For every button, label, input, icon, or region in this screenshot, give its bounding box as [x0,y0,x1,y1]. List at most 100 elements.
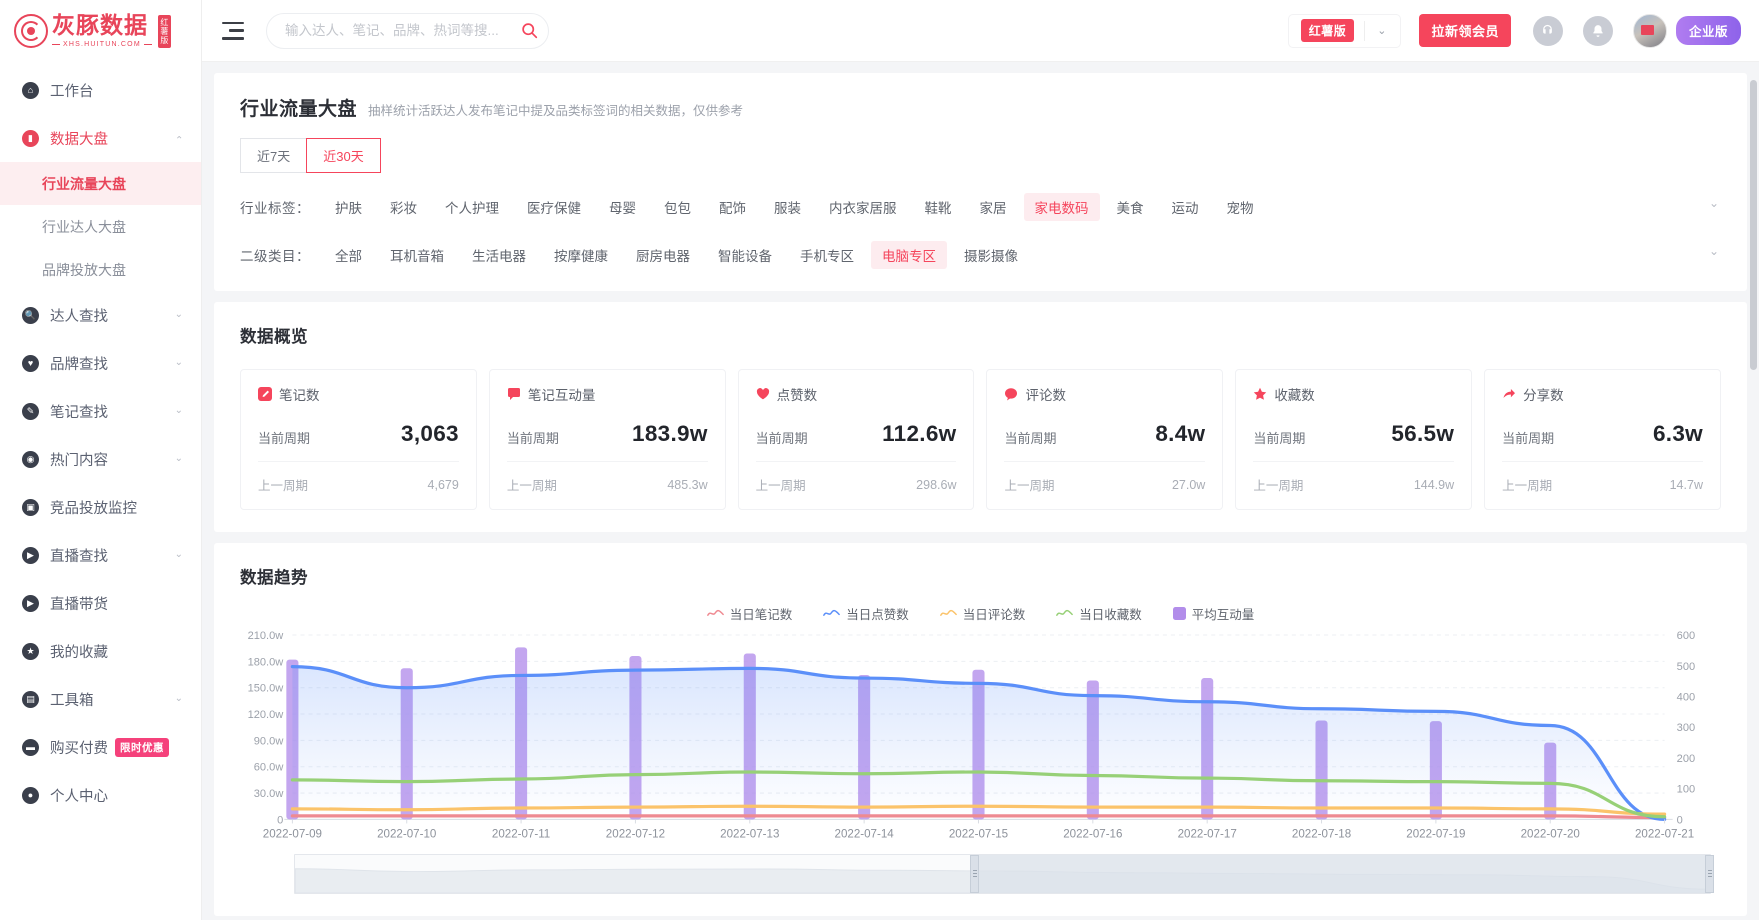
chevron-down-icon: ⌄ [174,548,183,560]
filter-option-selected[interactable]: 电脑专区 [871,241,947,269]
bell-icon[interactable] [1582,15,1613,46]
filter-option[interactable]: 耳机音箱 [379,241,455,269]
previous-period-value: 144.9w [1413,477,1455,492]
page-scrollbar-thumb[interactable] [1750,80,1757,370]
pencil-icon: ✎ [22,402,39,420]
legend-item-avg-interactions[interactable]: 平均互动量 [1172,604,1254,623]
chart-canvas[interactable]: 0 30.0w 60.0w 90.0w 120.0w 150.0w 180.0w 210.0w… [240,629,1721,846]
filter-row-industry-tag: 行业标签： 护肤 彩妆 个人护理 医疗保健 母婴 包包 配饰 服装 内衣家居服 … [240,193,1721,221]
trend-chart[interactable]: 当日笔记数 当日点赞数 当日评论数 当日收藏数 平均互动量 0 30.0w 60… [240,604,1721,894]
filter-option[interactable]: 智能设备 [707,241,783,269]
svg-text:2022-07-19: 2022-07-19 [1406,829,1465,841]
sidebar-item-live-search[interactable]: ▶ 直播查找 ⌄ [0,531,201,579]
comment-icon [507,388,520,400]
filter-option[interactable]: 母婴 [598,193,647,221]
legend-item-notes[interactable]: 当日笔记数 [706,604,792,623]
current-period-label: 当前周期 [1004,431,1057,446]
sidebar-item-label: 工具箱 [50,692,94,709]
sidebar-item-data-dashboard[interactable]: ▮ 数据大盘 ⌄ [0,114,201,162]
filter-option[interactable]: 生活电器 [461,241,537,269]
filter-option[interactable]: 彩妆 [379,193,428,221]
filter-option[interactable]: 家居 [969,193,1018,221]
sidebar-item-my-favorites[interactable]: ★ 我的收藏 [0,627,201,675]
chevron-down-icon[interactable]: ⌄ [1709,244,1719,258]
content-scroll-area[interactable]: 行业流量大盘 抽样统计活跃达人发布笔记中提及品类标签词的相关数据，仅供参考 近7… [202,62,1759,920]
search-input[interactable] [285,23,514,38]
filter-option[interactable]: 鞋靴 [914,193,963,221]
svg-text:150.0w: 150.0w [248,683,285,695]
svg-text:400: 400 [1677,692,1695,704]
filter-option[interactable]: 个人护理 [434,193,510,221]
sidebar-item-workbench[interactable]: ⌂ 工作台 [0,66,201,114]
filter-option[interactable]: 包包 [653,193,702,221]
sidebar-subitem-brand-delivery[interactable]: 品牌投放大盘 [0,248,201,291]
user-icon: ● [22,786,39,804]
svg-text:300: 300 [1677,722,1695,734]
zoom-handle-right[interactable] [1705,854,1714,893]
sidebar-item-brand-search[interactable]: ♥ 品牌查找 ⌄ [0,339,201,387]
sidebar-item-profile[interactable]: ● 个人中心 [0,771,201,819]
chart-zoom-slider[interactable] [294,853,1714,894]
search-box[interactable] [266,12,549,49]
sidebar-item-competitor-monitor[interactable]: ▣ 竞品投放监控 [0,483,201,531]
svg-text:0: 0 [1677,814,1683,826]
sidebar-item-live-commerce[interactable]: ▶ 直播带货 [0,579,201,627]
stat-card-comments[interactable]: 评论数 当前周期 8.4w 上一周期 27.0w [986,369,1224,510]
stat-card-grid: 笔记数 当前周期 3,063 上一周期 4,679 笔记互动量 当前周期 183… [240,369,1721,510]
previous-period-label: 上一周期 [258,479,309,493]
previous-period-label: 上一周期 [1253,479,1304,493]
logo[interactable]: 灰豚数据 XHS.HUITUN.COM 红薯版 [0,0,201,62]
sidebar-item-influencer-search[interactable]: 🔍 达人查找 ⌄ [0,291,201,339]
filter-option[interactable]: 按摩健康 [543,241,619,269]
filter-option[interactable]: 内衣家居服 [818,193,908,221]
stat-card-note-count[interactable]: 笔记数 当前周期 3,063 上一周期 4,679 [240,369,477,510]
search-person-icon: 🔍 [22,306,39,324]
legend-item-favorites[interactable]: 当日收藏数 [1056,604,1142,623]
sidebar-item-note-search[interactable]: ✎ 笔记查找 ⌄ [0,387,201,435]
filter-option[interactable]: 护肤 [324,193,373,221]
chevron-down-icon[interactable]: ⌄ [1365,24,1398,37]
filter-option[interactable]: 配饰 [708,193,757,221]
limited-offer-tag: 限时优惠 [115,737,169,757]
enterprise-badge[interactable]: 企业版 [1675,16,1741,45]
sidebar-subitem-industry-traffic[interactable]: 行业流量大盘 [0,162,201,205]
sidebar-item-toolbox[interactable]: ▤ 工具箱 ⌄ [0,675,201,723]
avatar[interactable] [1632,13,1667,48]
filter-option[interactable]: 美食 [1106,193,1155,221]
stat-label: 点赞数 [776,388,818,403]
overview-title: 数据概览 [240,328,308,346]
filter-option[interactable]: 手机专区 [789,241,865,269]
sidebar-subitem-industry-influencer[interactable]: 行业达人大盘 [0,205,201,248]
filter-option[interactable]: 全部 [324,241,373,269]
filter-option[interactable]: 服装 [763,193,812,221]
page-title: 行业流量大盘 [240,99,358,120]
tab-last-30-days[interactable]: 近30天 [306,138,381,173]
current-period-value: 8.4w [1155,421,1206,446]
version-switcher[interactable]: 红薯版 ⌄ [1287,13,1402,48]
chevron-down-icon[interactable]: ⌄ [1709,196,1719,210]
line-swatch-icon [939,609,957,616]
sidebar-item-purchase[interactable]: ▬ 购买付费 限时优惠 [0,723,201,771]
filter-option-selected[interactable]: 家电数码 [1023,193,1100,221]
filter-option[interactable]: 医疗保健 [516,193,592,221]
promo-button[interactable]: 拉新领会员 [1419,14,1511,47]
stat-card-favorites[interactable]: 收藏数 当前周期 56.5w 上一周期 144.9w [1235,369,1473,510]
filter-option[interactable]: 宠物 [1216,193,1265,221]
headset-icon[interactable] [1532,15,1563,46]
stat-card-likes[interactable]: 点赞数 当前周期 112.6w 上一周期 298.6w [737,369,975,510]
zoom-selected-range[interactable] [974,854,1710,893]
stat-card-note-interactions[interactable]: 笔记互动量 当前周期 183.9w 上一周期 485.3w [488,369,726,510]
heart-brand-icon: ♥ [22,354,39,372]
legend-item-comments[interactable]: 当日评论数 [939,604,1025,623]
legend-item-likes[interactable]: 当日点赞数 [823,604,909,623]
sidebar-item-hot-content[interactable]: ◉ 热门内容 ⌄ [0,435,201,483]
collapse-menu-icon[interactable] [222,21,244,40]
filter-option[interactable]: 运动 [1161,193,1210,221]
search-icon[interactable] [514,16,544,46]
filter-option[interactable]: 厨房电器 [625,241,701,269]
tab-last-7-days[interactable]: 近7天 [240,138,308,173]
zoom-handle-left[interactable] [970,854,980,893]
stat-card-shares[interactable]: 分享数 当前周期 6.3w 上一周期 14.7w [1484,369,1721,510]
star-icon: ★ [22,642,39,660]
filter-option[interactable]: 摄影摄像 [953,241,1029,269]
